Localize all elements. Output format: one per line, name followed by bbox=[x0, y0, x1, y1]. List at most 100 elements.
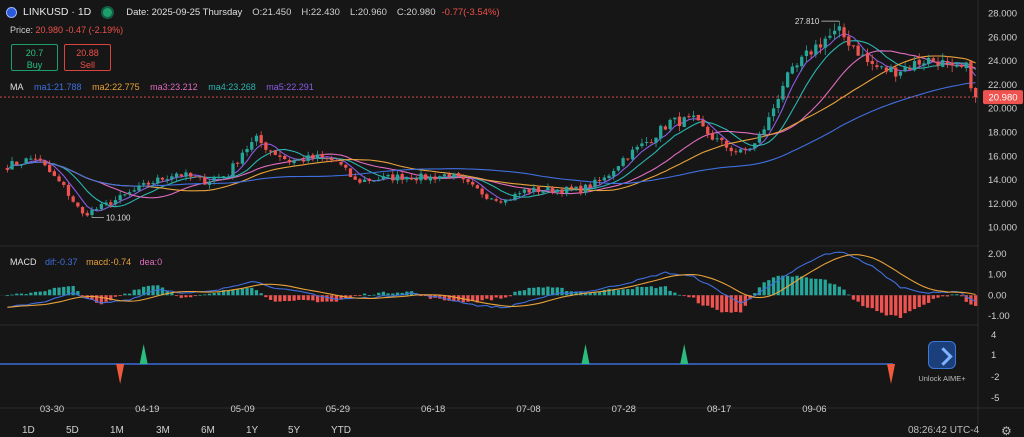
candle-body bbox=[734, 151, 738, 153]
candle-body bbox=[15, 161, 19, 165]
x-axis-date-label: 09-06 bbox=[802, 404, 826, 415]
macd-histogram-bar bbox=[38, 291, 42, 296]
candle-body bbox=[894, 67, 898, 77]
candle-body bbox=[823, 38, 827, 48]
candle-body bbox=[879, 66, 884, 68]
macd-histogram-bar bbox=[771, 277, 776, 296]
macd-histogram-bar bbox=[861, 295, 865, 307]
buy-signal-marker bbox=[139, 344, 148, 364]
timeframe-1y[interactable]: 1Y bbox=[246, 425, 258, 436]
macd-histogram-bar bbox=[207, 293, 212, 296]
macd-histogram-bar bbox=[518, 290, 522, 296]
candle-body bbox=[889, 67, 893, 73]
timeframe-1m[interactable]: 1M bbox=[110, 425, 124, 436]
chart-canvas[interactable]: 20.980 27.810 10.100 28.000 26.000 24.000 22.0… bbox=[0, 0, 1024, 437]
candle-body bbox=[898, 71, 903, 76]
candle-body bbox=[485, 194, 489, 199]
candle-body bbox=[654, 137, 658, 143]
macd-histogram-bar bbox=[734, 295, 738, 312]
candle-body bbox=[691, 115, 696, 118]
macd-histogram-bar bbox=[644, 286, 649, 296]
macd-histogram-bar bbox=[828, 283, 832, 296]
macd-tick-label: 0.00 bbox=[988, 290, 1007, 301]
gear-icon[interactable]: ⚙ bbox=[1001, 424, 1012, 437]
candle-body bbox=[522, 189, 527, 193]
x-axis-date-label: 05-09 bbox=[230, 404, 254, 415]
macd-histogram-bar bbox=[701, 295, 705, 306]
price-tick-label: 10.000 bbox=[988, 223, 1017, 234]
candle-body bbox=[381, 176, 386, 180]
candle-body bbox=[66, 184, 71, 196]
macd-histogram-bar bbox=[959, 295, 964, 297]
candle-body bbox=[113, 200, 118, 205]
candle-body bbox=[762, 129, 766, 135]
candle-body bbox=[724, 140, 729, 148]
candle-body bbox=[442, 174, 447, 177]
candle-body bbox=[29, 158, 33, 160]
candle-body bbox=[226, 176, 230, 178]
price-line: Price: 20.980 -0.47 (-2.19%) bbox=[10, 25, 123, 35]
macd-histogram-bar bbox=[781, 275, 785, 296]
timeframe-6m[interactable]: 6M bbox=[201, 425, 215, 436]
macd-histogram-bar bbox=[113, 295, 118, 297]
ma-title[interactable]: MA bbox=[10, 82, 24, 92]
candle-body bbox=[729, 147, 733, 152]
low-marker-label: 10.100 bbox=[106, 214, 131, 223]
price-label: Price: bbox=[10, 25, 34, 35]
candle-body bbox=[264, 142, 268, 150]
timeframe-1d[interactable]: 1D bbox=[22, 425, 35, 436]
macd-histogram-bar bbox=[348, 295, 353, 297]
candle-body bbox=[588, 184, 592, 188]
macd-histogram-bar bbox=[804, 277, 809, 296]
macd-title[interactable]: MACD bbox=[10, 257, 37, 267]
candle-body bbox=[583, 184, 588, 193]
timeframe-5y[interactable]: 5Y bbox=[288, 425, 300, 436]
macd-histogram-bar bbox=[889, 295, 893, 315]
buy-button[interactable]: 20.7 Buy bbox=[11, 44, 58, 71]
candle-body bbox=[659, 125, 663, 139]
macd-histogram-bar bbox=[254, 290, 259, 296]
candle-body bbox=[95, 209, 99, 211]
sell-button[interactable]: 20.88 Sell bbox=[64, 44, 111, 71]
candle-body bbox=[268, 150, 273, 152]
macd-histogram-bar bbox=[635, 286, 639, 296]
price-tick-label: 16.000 bbox=[988, 151, 1017, 162]
symbol-header: LINKUSD · 1D Date: 2025-09-25 Thursday O… bbox=[6, 5, 500, 19]
symbol-title[interactable]: LINKUSD · 1D bbox=[23, 6, 91, 18]
macd-histogram-bar bbox=[640, 286, 644, 296]
macd-histogram-bar bbox=[532, 287, 536, 296]
candle-body bbox=[48, 164, 52, 173]
macd-histogram-bar bbox=[926, 295, 931, 303]
buy-signal-marker bbox=[680, 344, 689, 364]
timeframe-ytd[interactable]: YTD bbox=[331, 425, 351, 436]
unlock-aime-button[interactable]: Unlock AIME+ bbox=[914, 341, 970, 383]
candle-body bbox=[203, 176, 207, 185]
macd-histogram-bar bbox=[884, 295, 888, 316]
macd-histogram-bar bbox=[856, 295, 860, 302]
candle-body bbox=[546, 187, 550, 191]
candle-body bbox=[682, 117, 686, 127]
candle-body bbox=[508, 199, 512, 201]
price-tick-label: 24.000 bbox=[988, 56, 1017, 67]
candle-body bbox=[24, 158, 28, 164]
candle-body bbox=[668, 119, 672, 129]
candle-body bbox=[99, 203, 104, 210]
candle-body bbox=[856, 45, 860, 56]
candle-body bbox=[635, 146, 639, 150]
candle-body bbox=[137, 185, 141, 191]
timeframe-3m[interactable]: 3M bbox=[156, 425, 170, 436]
candle-body bbox=[809, 51, 813, 55]
macd-histogram-bar bbox=[870, 295, 874, 309]
macd-histogram-bar bbox=[814, 278, 818, 296]
candle-body bbox=[480, 188, 484, 195]
high-value: H:22.430 bbox=[301, 6, 340, 18]
macd-legend: MACD dif:-0.37 macd:-0.74 dea:0 bbox=[10, 257, 168, 267]
candle-body bbox=[842, 27, 846, 38]
macd-histogram-bar bbox=[132, 289, 136, 296]
candle-body bbox=[644, 142, 649, 144]
candle-body bbox=[109, 202, 113, 205]
macd-histogram-bar bbox=[541, 287, 545, 296]
timeframe-5d[interactable]: 5D bbox=[66, 425, 79, 436]
candle-body bbox=[456, 173, 461, 177]
macd-histogram-bar bbox=[273, 295, 277, 302]
